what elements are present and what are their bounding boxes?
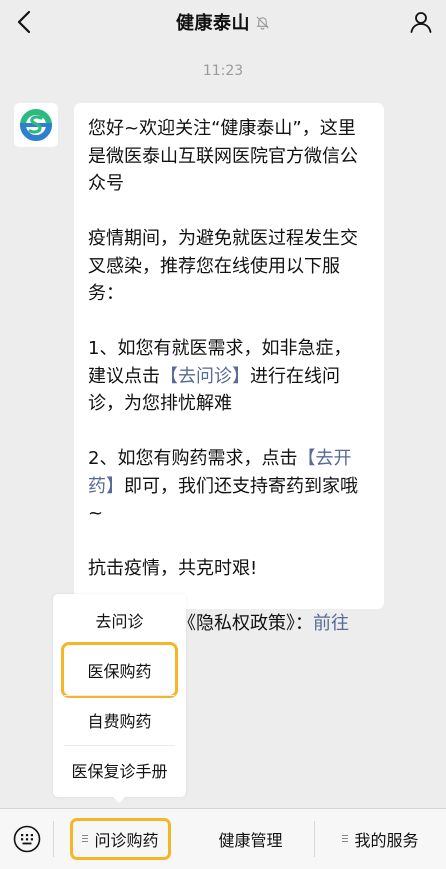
tab-health-management[interactable]: 健康管理: [188, 809, 313, 869]
submenu-item-followup-handbook[interactable]: 医保复诊手册: [64, 745, 175, 795]
message-text: 即可，我们还支持寄药到家哦~: [88, 475, 358, 525]
tab-label: 健康管理: [218, 831, 283, 850]
tab-consult-purchase[interactable]: 问诊购药: [54, 809, 187, 869]
bell-muted-icon: [256, 15, 269, 30]
official-account-logo-icon: [20, 109, 52, 141]
message-text: 2、如您有购药需求，点击: [88, 448, 298, 469]
page-title: 健康泰山: [176, 13, 250, 34]
submenu-item-consultation[interactable]: 去问诊: [64, 595, 175, 645]
tab-label: 我的服务: [354, 831, 419, 850]
profile-button[interactable]: [406, 7, 436, 37]
tab-label: 问诊购药: [94, 831, 159, 850]
submenu-item-self-pay-purchase[interactable]: 自费购药: [64, 695, 175, 745]
header-title-group: 健康泰山: [176, 9, 270, 35]
message-paragraph: 您好~欢迎关注“健康泰山”，这里是微医泰山互联网医院官方微信公众号: [88, 118, 358, 194]
person-icon: [410, 12, 432, 33]
submenu-item-insurance-purchase[interactable]: 医保购药: [61, 642, 178, 698]
tab-my-services[interactable]: 我的服务: [315, 809, 446, 869]
back-button[interactable]: [10, 8, 38, 36]
chevron-left-icon: [17, 10, 31, 34]
consultation-link[interactable]: 【去问诊】: [160, 366, 250, 387]
avatar[interactable]: [14, 103, 58, 147]
keyboard-toggle-button[interactable]: [0, 809, 53, 869]
message-timestamp: 11:23: [202, 63, 244, 79]
message-paragraph: 抗击疫情，共克时艰!: [88, 558, 258, 579]
message-paragraph: 疫情期间，为避免就医过程发生交叉感染，推荐您在线使用以下服务：: [88, 228, 358, 304]
bottom-menu-bar: 问诊购药 健康管理 我的服务: [0, 808, 446, 869]
submenu-popup: 去问诊 医保购药 自费购药 医保复诊手册: [53, 594, 186, 797]
tab-consult-purchase-inner: 问诊购药: [70, 818, 171, 860]
message-bubble: 您好~欢迎关注“健康泰山”，这里是微医泰山互联网医院官方微信公众号 疫情期间，为…: [74, 103, 384, 662]
submenu-lines-icon: [82, 834, 89, 844]
keyboard-icon: [13, 825, 40, 853]
message-paragraph: 1、如您有就医需求，如非急症，建议点击【去问诊】进行在线问诊，为您排忧解难: [88, 335, 369, 418]
chat-header: 健康泰山: [0, 0, 446, 44]
submenu-lines-icon: [342, 834, 349, 844]
message-paragraph: 2、如您有购药需求，点击【去开药】即可，我们还支持寄药到家哦~: [88, 445, 369, 528]
submenu-pointer: [112, 796, 126, 803]
